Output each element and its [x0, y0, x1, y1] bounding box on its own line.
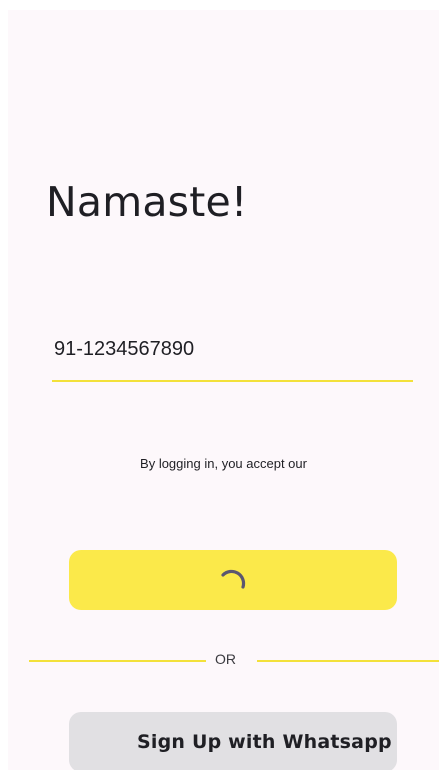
page-title: Namaste!: [46, 178, 248, 226]
or-label: OR: [215, 651, 236, 667]
divider-line-left: [29, 660, 206, 662]
whatsapp-signup-label: Sign Up with Whatsapp: [137, 731, 392, 753]
whatsapp-signup-button[interactable]: Sign Up with Whatsapp: [69, 712, 397, 770]
phone-number-field[interactable]: 91-1234567890: [52, 332, 413, 382]
login-screen: Namaste! 91-1234567890 By logging in, yo…: [8, 10, 439, 770]
terms-notice: By logging in, you accept our: [140, 456, 307, 471]
login-button[interactable]: [69, 550, 397, 610]
divider-line-right: [257, 660, 439, 662]
or-divider: OR: [29, 650, 439, 672]
phone-number-value[interactable]: 91-1234567890: [54, 338, 194, 361]
loading-spinner-icon: [221, 569, 246, 589]
